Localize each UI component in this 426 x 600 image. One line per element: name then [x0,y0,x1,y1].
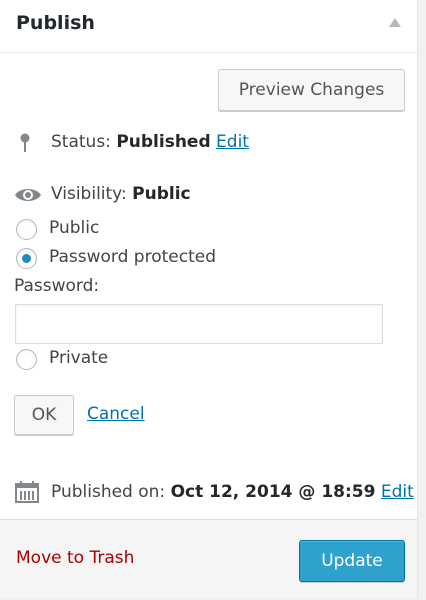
status-edit-link[interactable]: Edit [216,132,249,152]
triangle-up-icon[interactable] [389,18,401,27]
preview-changes-button[interactable]: Preview Changes [218,69,405,111]
radio-private-label[interactable]: Private [49,348,108,368]
ok-button[interactable]: OK [14,395,74,435]
visibility-row: Visibility: Public [51,184,191,204]
published-on-value: Oct 12, 2014 @ 18:59 [170,482,376,502]
pin-icon [20,133,30,152]
move-to-trash-link[interactable]: Move to Trash [16,548,134,568]
radio-public[interactable] [16,219,37,240]
radio-password-protected[interactable] [16,248,37,269]
published-on-edit-link[interactable]: Edit [381,482,414,502]
publish-box-header[interactable]: Publish [0,0,417,53]
published-on-row: Published on: Oct 12, 2014 @ 18:59 Edit [51,482,414,502]
status-row: Status: Published Edit [51,132,249,152]
radio-private[interactable] [16,349,37,370]
status-value: Published [116,132,211,152]
publish-actions: Move to Trash Update [0,519,417,598]
status-label: Status: [51,132,111,152]
publish-box: Publish Preview Changes Status: Publishe… [0,0,418,598]
radio-public-label[interactable]: Public [49,218,99,238]
calendar-icon [15,481,39,503]
eye-icon [15,189,41,201]
update-button[interactable]: Update [299,540,405,582]
password-label: Password: [14,276,100,296]
published-on-label: Published on: [51,482,166,502]
radio-password-protected-label[interactable]: Password protected [49,247,216,267]
visibility-label: Visibility: [51,184,127,204]
cancel-link[interactable]: Cancel [87,404,145,424]
visibility-value: Public [132,184,191,204]
password-input[interactable] [15,304,383,344]
publish-box-title: Publish [16,12,95,34]
